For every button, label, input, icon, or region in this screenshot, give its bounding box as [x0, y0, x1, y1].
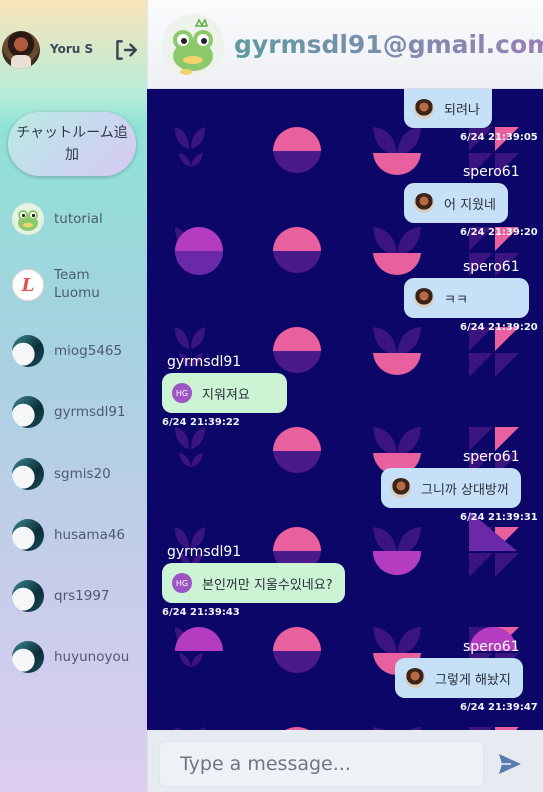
message-input[interactable]: [159, 741, 484, 787]
message-sender: spero61: [463, 164, 520, 180]
default-avatar-icon: [12, 641, 44, 673]
user-profile: Yoru S: [2, 31, 142, 71]
message-sender: gyrmsdl91: [167, 544, 242, 560]
send-icon[interactable]: [498, 753, 522, 775]
chat-header: gyrmsdl91@gmail.com: [147, 0, 543, 89]
room-label: qrs1997: [54, 588, 110, 604]
room-label: Team Luomu: [54, 267, 100, 301]
message-timestamp: 6/24 21:39:20: [460, 322, 538, 333]
message-text: 되려나: [444, 103, 480, 118]
message-sender: gyrmsdl91: [167, 354, 242, 370]
room-label: miog5465: [54, 343, 123, 359]
message-text: ㅋㅋ: [444, 292, 468, 308]
room-item-qrs1997[interactable]: qrs1997: [12, 577, 142, 617]
room-item-tutorial[interactable]: tutorial: [12, 200, 142, 240]
message-sender: spero61: [463, 259, 520, 275]
sender-avatar: HG: [172, 573, 192, 593]
room-label: huyunoyou: [54, 649, 130, 665]
message-bubble: HG 본인꺼만 지울수있네요?: [162, 563, 345, 603]
room-item-huyunoyou[interactable]: huyunoyou: [12, 638, 142, 678]
sender-avatar: [405, 668, 425, 688]
message-text: 본인꺼만 지울수있네요?: [202, 577, 333, 593]
default-avatar-icon: [12, 580, 44, 612]
message-composer: [147, 730, 543, 792]
default-avatar-icon: [12, 458, 44, 490]
chat-title: gyrmsdl91@gmail.com: [234, 30, 543, 59]
message-text: 지워져요: [202, 387, 250, 403]
message-timestamp: 6/24 21:39:20: [460, 227, 538, 238]
message-timestamp: 6/24 21:39:05: [460, 132, 538, 143]
default-avatar-icon: [12, 519, 44, 551]
message-timestamp: 6/24 21:39:31: [460, 512, 538, 523]
message-bubble: 되려나: [404, 89, 492, 128]
sender-avatar: [414, 98, 434, 119]
room-label: tutorial: [54, 211, 103, 227]
luomu-logo-text: L: [21, 274, 35, 296]
message-text: 그렇게 해놨지: [435, 672, 511, 688]
logout-icon[interactable]: [112, 37, 138, 63]
room-label: gyrmsdl91: [54, 404, 126, 420]
room-item-gyrmsdl91[interactable]: gyrmsdl91: [12, 393, 142, 433]
add-chatroom-label: チャットルーム追加: [16, 125, 128, 163]
room-item-miog5465[interactable]: miog5465: [12, 332, 142, 372]
default-avatar-icon: [12, 335, 44, 367]
sidebar: Yoru S チャットルーム追加 tutorial L Team Luomu m…: [0, 0, 147, 792]
sender-avatar: HG: [172, 383, 192, 403]
room-item-sgmis20[interactable]: sgmis20: [12, 455, 142, 495]
room-item-husama46[interactable]: husama46: [12, 516, 142, 556]
message-text: 어 지웠네: [444, 197, 496, 213]
message-bubble: 그니까 상대방꺼: [381, 468, 521, 508]
luomu-logo-icon: L: [12, 269, 44, 301]
message-text: 그니까 상대방꺼: [421, 482, 509, 498]
message-bubble: HG 지워져요: [162, 373, 287, 413]
user-avatar: [2, 31, 40, 69]
message-sender: spero61: [463, 639, 520, 655]
sender-avatar: [414, 288, 434, 308]
message-bubble: ㅋㅋ: [404, 278, 529, 318]
sender-avatar: [391, 478, 411, 498]
frog-icon: [12, 203, 44, 235]
room-item-team-luomu[interactable]: L Team Luomu: [12, 266, 142, 306]
room-label: sgmis20: [54, 466, 111, 482]
chat-partner-avatar: [162, 14, 224, 76]
message-bubble: 그렇게 해놨지: [395, 658, 523, 698]
message-list[interactable]: 되려나 6/24 21:39:05 spero61 어 지웠네 6/24 21:…: [147, 89, 543, 730]
message-bubble: 어 지웠네: [404, 183, 508, 223]
sender-avatar: [414, 193, 434, 213]
default-avatar-icon: [12, 396, 44, 428]
message-sender: spero61: [463, 449, 520, 465]
room-label: husama46: [54, 527, 126, 543]
message-timestamp: 6/24 21:39:43: [162, 607, 240, 618]
message-timestamp: 6/24 21:39:22: [162, 417, 240, 428]
message-timestamp: 6/24 21:39:47: [460, 702, 538, 713]
add-chatroom-button[interactable]: チャットルーム追加: [8, 112, 136, 176]
user-name: Yoru S: [50, 42, 94, 56]
